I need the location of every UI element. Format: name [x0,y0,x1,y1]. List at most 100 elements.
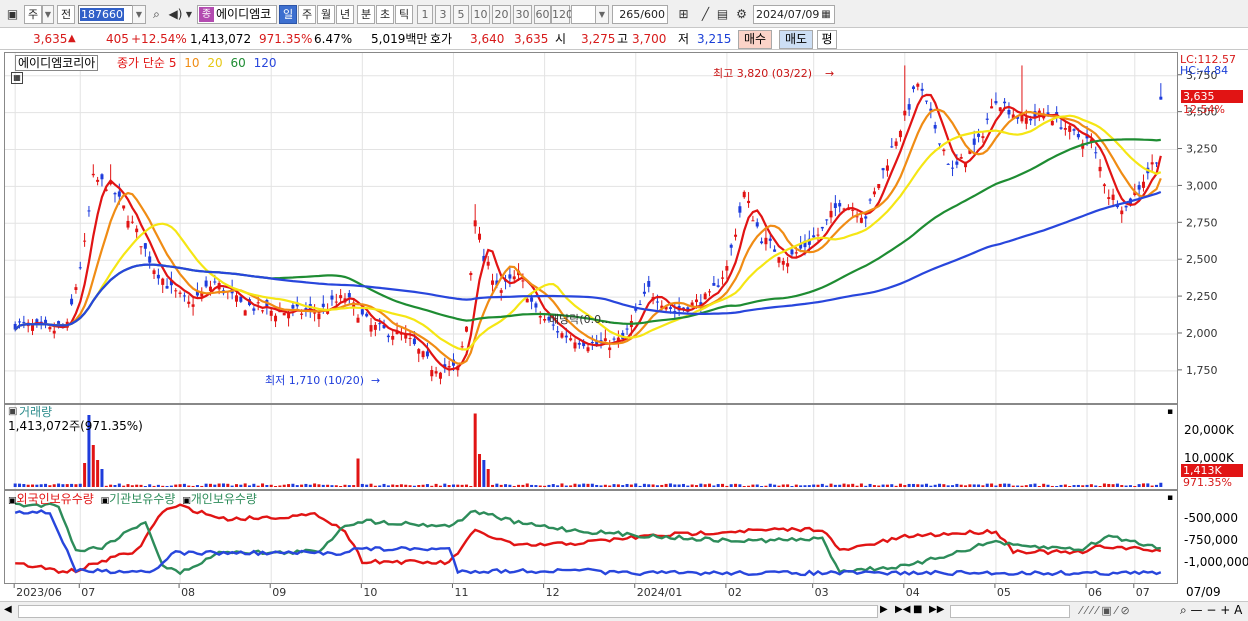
x-axis-right-label: 07/09 [1186,585,1221,599]
candle-body [577,342,581,345]
candle-body [608,347,612,351]
volume-bar [61,484,65,487]
interval-button-1[interactable]: 1 [417,5,433,24]
period-button-6[interactable]: 틱 [395,5,413,24]
holdings-axis: -500,000 -750,000 -1,000,000 [1178,490,1248,584]
volume-bar [760,486,764,487]
interval-dropdown-icon[interactable]: ▼ [595,5,609,24]
period-button-5[interactable]: 초 [376,5,394,24]
volume-close-icon[interactable]: ▪ [1167,405,1173,419]
drawing-tools-icons[interactable]: ⁄ ⁄ ⁄ ⁄ ▣ ⁄ ⊘ [1080,604,1130,617]
candle-body [903,110,907,116]
candle-body [773,249,777,252]
buy-button[interactable]: 매수 [738,30,772,49]
holdings-legend: ▣외국인보유수량 ▣기관보유수량 ▣개인보유수량 [8,492,257,508]
price-panel[interactable]: 최고 3,820 (03/22) → 최저 1,710 (10/20) → 배당락(0.… [4,52,1178,404]
candle-body [508,274,512,279]
volume-bar [933,484,937,487]
price-chart: 최고 3,820 (03/22) → 최저 1,710 (10/20) → 배당락(0.… [5,53,1177,403]
settings-gear-icon[interactable]: ⚙ [733,5,750,24]
mode-dropdown-icon[interactable]: ▼ [42,5,54,24]
moving-average-ma60 [14,138,1161,331]
volume-bar [356,458,360,487]
volume-panel[interactable]: ▣ 거래량 1,413,072주(971.35%) ▪ [4,404,1178,490]
sell-button[interactable]: 매도 [779,30,813,49]
nav-next-page-icon[interactable]: ▶▶ [929,604,944,615]
candle-body [603,338,607,342]
candle-body [22,321,26,323]
nav-stop-icon[interactable]: ■ [913,604,922,615]
scroll-right-icon[interactable]: ▶ [880,604,888,615]
zoom-tools-icons[interactable]: ⌕ — − + A [1180,603,1242,618]
price-axis: 3,750 3,500 3,250 3,000 2,750 2,500 2,250 2,000… [1178,52,1248,404]
interval-button-30[interactable]: 30 [513,5,532,24]
candle-body [812,235,816,238]
quote-bar: 3,635 ▲ 405 +12.54% 1,413,072 971.35% 6.… [0,28,1248,50]
volume-bar [213,484,217,487]
interval-button-3[interactable]: 3 [435,5,451,24]
volume-collapse-icon[interactable]: ▣ [8,405,17,419]
volume-bar [712,485,716,487]
volume-bar [829,483,833,487]
mode-primary-button[interactable]: 주 [24,5,42,24]
volume-bar [625,483,629,487]
zoom-slider[interactable] [950,605,1070,618]
volume-bar [590,483,594,487]
chart-table-icon[interactable]: ▦ [11,72,23,84]
holdings-panel[interactable]: ▣외국인보유수량 ▣기관보유수량 ▣개인보유수량 ▪ [4,490,1178,584]
tool-line-icon[interactable]: ╱ [697,5,714,24]
volume-bar [1020,485,1024,487]
volume-bar [334,485,338,487]
price-tick-label: 2,750 [1186,216,1218,229]
volume-bar [924,483,928,487]
volume-bar [1055,485,1059,487]
search-icon[interactable]: ⌕ [148,5,165,24]
volume-bar [599,485,603,487]
nav-prev-page-icon[interactable]: ▶◀ [895,604,910,615]
count-field[interactable]: 265/600 [612,5,668,24]
interval-button-60[interactable]: 60 [534,5,551,24]
period-button-0[interactable]: 일 [279,5,297,24]
scroll-left-icon[interactable]: ◀ [4,604,12,615]
mode-prev-button[interactable]: 전 [57,5,75,24]
candle-body [951,167,955,169]
stock-name-field[interactable]: 종 에이디엠코 [197,5,277,24]
interval-button-10[interactable]: 10 [471,5,490,24]
candle-body [96,179,100,182]
calendar-icon[interactable]: ▦ [819,5,833,24]
chart-scrollbar[interactable]: ◀ ▶ ▶◀ ■ ▶▶ ⁄ ⁄ ⁄ ⁄ ▣ ⁄ ⊘ ⌕ — − + A [0,601,1248,621]
volume-bar [629,484,633,487]
scroll-track[interactable] [18,605,878,618]
period-button-2[interactable]: 월 [317,5,335,24]
save-icon[interactable]: ▤ [714,5,731,24]
tool-crosshair-icon[interactable]: ⊞ [675,5,692,24]
volume-bar [1081,485,1085,487]
interval-button-5[interactable]: 5 [453,5,469,24]
change-up-arrow-icon: ▲ [68,33,76,44]
volume-bar [582,483,586,487]
interval-button-20[interactable]: 20 [492,5,511,24]
code-dropdown-icon[interactable]: ▼ [132,5,146,24]
x-tick-label: 12 [546,586,560,599]
volume-bar [278,485,282,487]
volume-bar [677,484,681,487]
candle-body [747,200,751,204]
volume-bar [846,484,850,487]
evaluate-button[interactable]: 평 [817,30,837,49]
period-button-1[interactable]: 주 [298,5,316,24]
hold-tick-750k: -750,000 [1184,533,1238,547]
hold-tick-500k: -500,000 [1184,511,1238,525]
speaker-dropdown-icon[interactable]: ▼ [183,5,195,24]
candle-body [1107,197,1111,199]
volume-bar [256,485,260,487]
chart-window-icon[interactable]: ▣ [4,5,21,24]
interval-button-120[interactable]: 120 [551,5,573,24]
holdings-close-icon[interactable]: ▪ [1167,491,1173,505]
candle-body [647,281,651,287]
speaker-icon[interactable]: ◀) [167,5,184,24]
period-button-4[interactable]: 분 [357,5,375,24]
volume-bar [595,484,599,487]
period-button-3[interactable]: 년 [336,5,354,24]
volume-bar [57,483,61,487]
legend-foreign: 외국인보유수량 [16,492,94,506]
